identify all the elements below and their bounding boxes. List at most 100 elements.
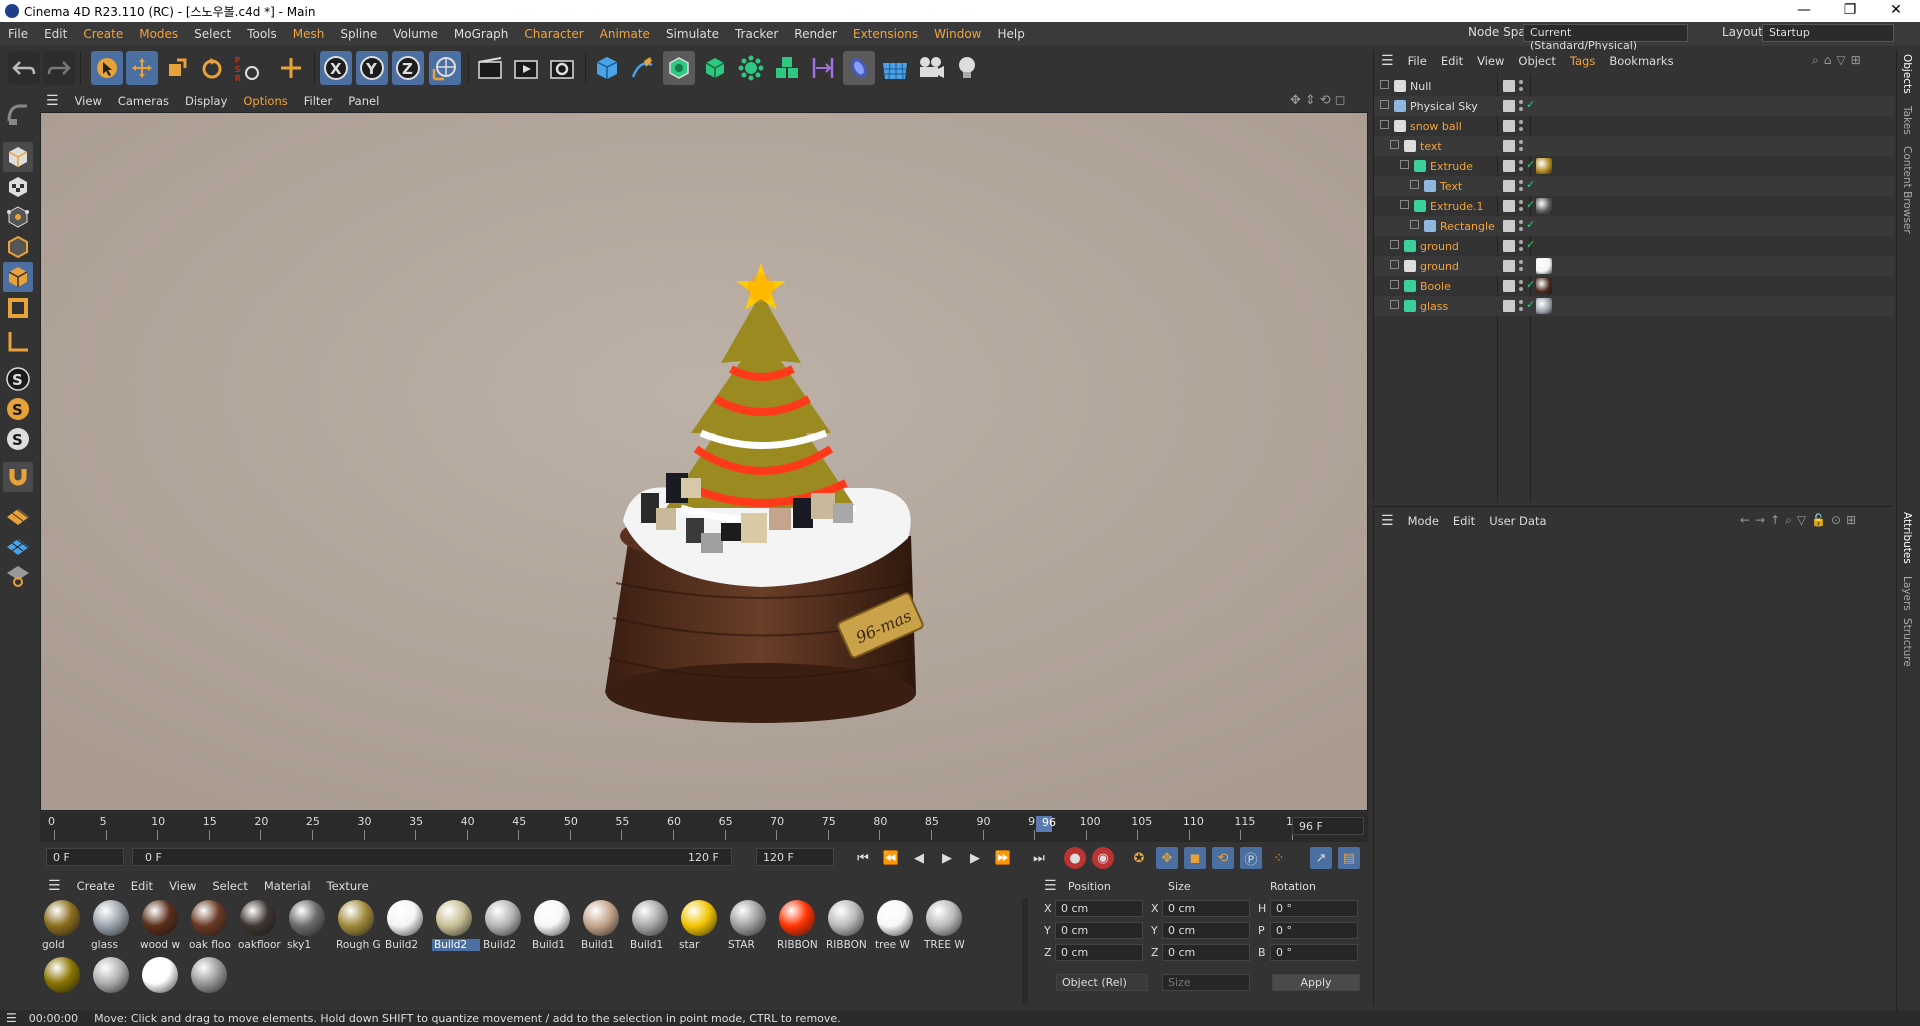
interpolation-button[interactable]: ↗ xyxy=(1310,847,1332,869)
editor-visibility-dot[interactable] xyxy=(1519,300,1523,304)
render-visibility-dot[interactable] xyxy=(1519,87,1523,91)
tab-structure[interactable]: Structure xyxy=(1901,618,1913,667)
render-visibility-dot[interactable] xyxy=(1519,267,1523,271)
grid-plane-button[interactable] xyxy=(3,530,33,560)
object-name[interactable]: Boole xyxy=(1420,280,1451,293)
om-menu-view[interactable]: View xyxy=(1470,54,1511,68)
light-button[interactable] xyxy=(951,51,983,85)
tab-takes[interactable]: Takes xyxy=(1901,106,1913,135)
key-pla-button[interactable]: ⁘ xyxy=(1268,847,1290,869)
snap-settings-button[interactable]: S xyxy=(3,394,33,424)
timeline-ruler[interactable]: 0510152025303540455055606570758085909510… xyxy=(40,812,1368,842)
object-name[interactable]: glass xyxy=(1420,300,1448,313)
om-menu-file[interactable]: File xyxy=(1401,54,1434,68)
next-frame-button[interactable]: ▶ xyxy=(964,847,986,869)
material-swatch[interactable]: RIBBON xyxy=(824,898,868,954)
viewport-nav-icons[interactable]: ✥⇕⟲◻ xyxy=(1290,93,1349,108)
material-swatch[interactable] xyxy=(138,955,182,1011)
object-name[interactable]: Extrude xyxy=(1430,160,1473,173)
expand-toggle-icon[interactable] xyxy=(1380,100,1389,109)
render-visibility-dot[interactable] xyxy=(1519,287,1523,291)
editor-visibility-dot[interactable] xyxy=(1519,260,1523,264)
enabled-check[interactable]: ✓ xyxy=(1526,198,1535,211)
om-menu-bookmarks[interactable]: Bookmarks xyxy=(1602,54,1680,68)
move-tool-button[interactable] xyxy=(126,51,158,85)
expand-toggle-icon[interactable] xyxy=(1380,80,1389,89)
timeline-window-button[interactable]: ▤ xyxy=(1338,847,1360,869)
layer-checkbox[interactable] xyxy=(1503,200,1515,212)
expand-toggle-icon[interactable] xyxy=(1390,240,1399,249)
deformer-button[interactable] xyxy=(807,51,839,85)
minimize-button[interactable]: — xyxy=(1781,0,1827,22)
points-mode-button[interactable] xyxy=(3,202,33,232)
extrude-generator-button[interactable] xyxy=(699,51,731,85)
material-swatch[interactable]: TREE W xyxy=(922,898,966,954)
menu-tools[interactable]: Tools xyxy=(239,27,285,41)
layer-checkbox[interactable] xyxy=(1503,80,1515,92)
position-x-field[interactable]: 0 cm xyxy=(1055,900,1143,917)
layer-checkbox[interactable] xyxy=(1503,160,1515,172)
menu-window[interactable]: Window xyxy=(926,27,989,41)
material-swatch[interactable]: sky1 xyxy=(285,898,329,954)
material-swatch[interactable]: wood w xyxy=(138,898,182,954)
material-tag-icon[interactable] xyxy=(1536,298,1552,314)
object-row[interactable]: Physical Sky ✓ xyxy=(1374,96,1894,116)
key-position-button[interactable]: ✥ xyxy=(1156,847,1178,869)
editor-visibility-dot[interactable] xyxy=(1519,220,1523,224)
material-swatch[interactable]: RIBBON xyxy=(775,898,819,954)
editor-visibility-dot[interactable] xyxy=(1519,180,1523,184)
transform-button[interactable] xyxy=(275,51,307,85)
layer-checkbox[interactable] xyxy=(1503,220,1515,232)
go-to-start-button[interactable]: ⏮ xyxy=(852,847,874,869)
expand-toggle-icon[interactable] xyxy=(1390,260,1399,269)
expand-toggle-icon[interactable] xyxy=(1390,300,1399,309)
menu-volume[interactable]: Volume xyxy=(385,27,446,41)
edges-mode-button[interactable] xyxy=(3,232,33,262)
render-visibility-dot[interactable] xyxy=(1519,227,1523,231)
cube-button[interactable] xyxy=(591,51,623,85)
render-picture-viewer-button[interactable] xyxy=(510,51,542,85)
object-row[interactable]: Extrude.1 ✓ xyxy=(1374,196,1894,216)
material-swatch[interactable]: Build1 xyxy=(530,898,574,954)
menu-character[interactable]: Character xyxy=(516,27,591,41)
recent-tools-button[interactable]: PSR xyxy=(231,51,263,85)
material-tag-icon[interactable] xyxy=(1536,158,1552,174)
om-menu-tags[interactable]: Tags xyxy=(1563,54,1602,68)
go-to-end-button[interactable]: ⏭ xyxy=(1028,847,1050,869)
render-visibility-dot[interactable] xyxy=(1519,187,1523,191)
size-z-field[interactable]: 0 cm xyxy=(1162,944,1250,961)
object-row[interactable]: text xyxy=(1374,136,1894,156)
material-swatch[interactable]: Build1 xyxy=(579,898,623,954)
enabled-check[interactable]: ✓ xyxy=(1526,218,1535,231)
cloner-button[interactable] xyxy=(735,51,767,85)
menu-mesh[interactable]: Mesh xyxy=(285,27,333,41)
z-axis-button[interactable]: Z xyxy=(392,51,424,85)
previous-key-button[interactable]: ⏪ xyxy=(880,847,902,869)
viewport-menu-filter[interactable]: Filter xyxy=(296,94,340,108)
position-z-field[interactable]: 0 cm xyxy=(1055,944,1143,961)
render-visibility-dot[interactable] xyxy=(1519,127,1523,131)
play-button[interactable]: ▶ xyxy=(936,847,958,869)
menu-extensions[interactable]: Extensions xyxy=(845,27,926,41)
live-selection-button[interactable] xyxy=(91,51,123,85)
layer-checkbox[interactable] xyxy=(1503,140,1515,152)
editor-visibility-dot[interactable] xyxy=(1519,80,1523,84)
object-name[interactable]: Extrude.1 xyxy=(1430,200,1484,213)
viewport-menu-cameras[interactable]: Cameras xyxy=(110,94,177,108)
layer-checkbox[interactable] xyxy=(1503,180,1515,192)
expand-toggle-icon[interactable] xyxy=(1410,220,1419,229)
material-swatch[interactable]: gold xyxy=(40,898,84,954)
status-menu-icon[interactable]: ☰ xyxy=(6,1011,17,1025)
camera-button[interactable] xyxy=(915,51,947,85)
render-visibility-dot[interactable] xyxy=(1519,147,1523,151)
editor-visibility-dot[interactable] xyxy=(1519,160,1523,164)
enabled-check[interactable]: ✓ xyxy=(1526,158,1535,171)
floor-button[interactable] xyxy=(879,51,911,85)
position-y-field[interactable]: 0 cm xyxy=(1055,922,1143,939)
field-button[interactable] xyxy=(843,51,875,85)
layer-checkbox[interactable] xyxy=(1503,260,1515,272)
expand-toggle-icon[interactable] xyxy=(1390,280,1399,289)
tab-objects[interactable]: Objects xyxy=(1901,54,1913,94)
rotation-h-field[interactable]: 0 ° xyxy=(1270,900,1358,917)
material-swatch[interactable] xyxy=(40,955,84,1011)
